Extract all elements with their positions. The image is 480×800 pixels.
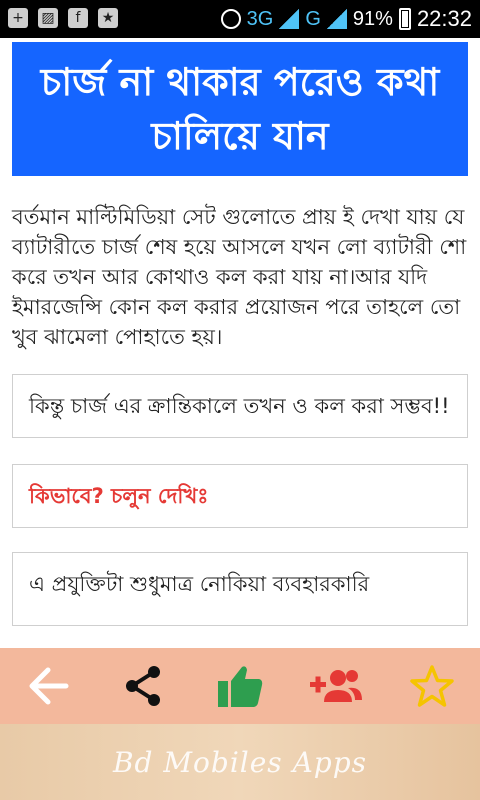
battery-icon: [398, 8, 411, 30]
ad-banner[interactable]: Bd Mobiles Apps: [0, 724, 480, 800]
facebook-icon: f: [68, 8, 88, 28]
add-user-icon: [310, 670, 362, 702]
app-notification-icon: ★: [98, 8, 118, 28]
back-arrow-icon: [29, 667, 69, 705]
signal-icon-2: [326, 9, 347, 29]
battery-percent: 91%: [352, 7, 393, 30]
clock: 22:32: [416, 6, 472, 31]
info-card: কিন্তু চার্জ এর ক্রান্তিকালে তখন ও কল কর…: [12, 374, 468, 438]
article-title: চার্জ না থাকার পরেও কথা চালিয়ে যান: [12, 42, 468, 176]
add-friend-button[interactable]: [305, 655, 367, 717]
section-heading-card: কিভাবে? চলুন দেখিঃ: [12, 464, 468, 528]
add-notification-icon: +: [8, 8, 28, 28]
network-type-2: G: [305, 7, 321, 30]
alarm-icon: [220, 9, 241, 29]
article-scroll-area[interactable]: চার্জ না থাকার পরেও কথা চালিয়ে যান বর্ত…: [0, 38, 480, 648]
back-button[interactable]: [17, 655, 79, 717]
article-paragraph: বর্তমান মাল্টিমিডিয়া সেট গুলোতে প্রায় …: [12, 205, 467, 349]
bottom-action-bar: [0, 648, 480, 724]
like-button[interactable]: [209, 655, 271, 717]
status-bar: + ▨ f ★ 3G G 91% 22:32: [0, 0, 480, 38]
share-icon: [126, 666, 160, 706]
network-type: 3G: [246, 7, 274, 30]
share-button[interactable]: [113, 655, 175, 717]
signal-icon: [279, 9, 300, 29]
image-notification-icon: ▨: [38, 8, 58, 28]
star-icon: [410, 665, 454, 707]
system-indicators: 3G G 91% 22:32: [220, 6, 472, 32]
ad-text: Bd Mobiles Apps: [112, 745, 368, 779]
notification-icons: + ▨ f ★: [8, 8, 118, 28]
partial-card: এ প্রযুক্তিটা শুধুমাত্র নোকিয়া ব্যবহারক…: [12, 552, 468, 626]
favorite-button[interactable]: [401, 655, 463, 717]
thumbs-up-icon: [218, 666, 263, 707]
